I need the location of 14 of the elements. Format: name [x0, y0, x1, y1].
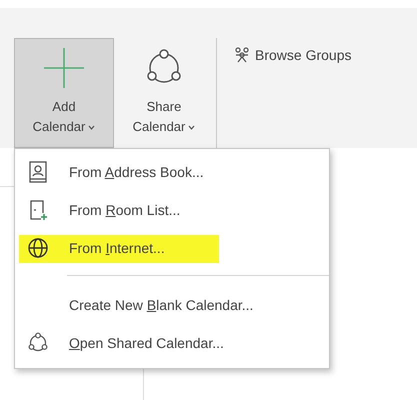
address-book-icon: [27, 161, 49, 183]
menu-item[interactable]: Open Shared Calendar...: [15, 324, 329, 362]
caret-icon: [188, 125, 196, 130]
caret-icon: [88, 125, 96, 130]
share-calendar-button[interactable]: Share Calendar: [114, 38, 214, 148]
group-icon: [233, 47, 251, 63]
globe-icon: [27, 237, 49, 259]
menu-item[interactable]: From Room List...: [15, 191, 329, 229]
browse-groups-button[interactable]: Browse Groups: [233, 44, 352, 66]
plus-icon: [43, 47, 85, 89]
add-calendar-button[interactable]: Add Calendar: [14, 38, 114, 148]
share-icon: [27, 332, 49, 354]
menu-item[interactable]: From Address Book...: [15, 153, 329, 191]
menu-item[interactable]: Create New Blank Calendar...: [15, 286, 329, 324]
